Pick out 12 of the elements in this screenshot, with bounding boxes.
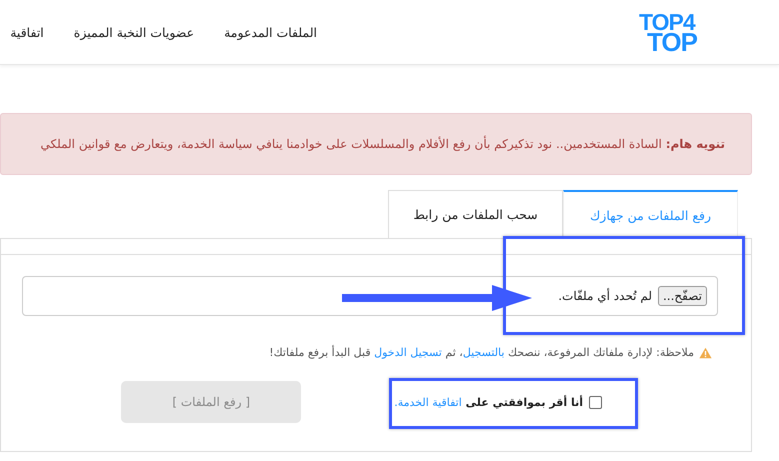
agreement-checkbox[interactable] — [589, 396, 602, 408]
warning-icon — [699, 346, 712, 358]
alert-text: تنويه هام: السادة المستخدمين.. نود تذكيركم بأن رفع الأفلام والمسلسلات على خوادمنا ينافي سياسة الخدمة، ويتعارض مع قوانين الملكي — [40, 137, 725, 151]
nav-link[interactable]: اتفاقية — [10, 24, 44, 40]
file-input[interactable]: تصفّح... لم تُحدد أي ملفّات. — [22, 276, 718, 316]
browse-button[interactable]: تصفّح... — [658, 286, 707, 306]
tab[interactable]: سحب الملفات من رابط — [388, 190, 563, 238]
nav-link[interactable]: الملفات المدعومة — [224, 24, 317, 40]
file-status-text: لم تُحدد أي ملفّات. — [558, 289, 652, 303]
note-text: ملاحظة: لإدارة ملفاتك المرفوعة، ننصحك بالتسجيل، ثم تسجيل الدخول قبل البدأ برفع ملفاتك! — [269, 346, 694, 359]
agreement-text: أنا أقر بموافقتي على اتفاقية الخدمة. — [394, 396, 583, 408]
nav-link[interactable]: عضويات النخبة المميزة — [74, 24, 194, 40]
